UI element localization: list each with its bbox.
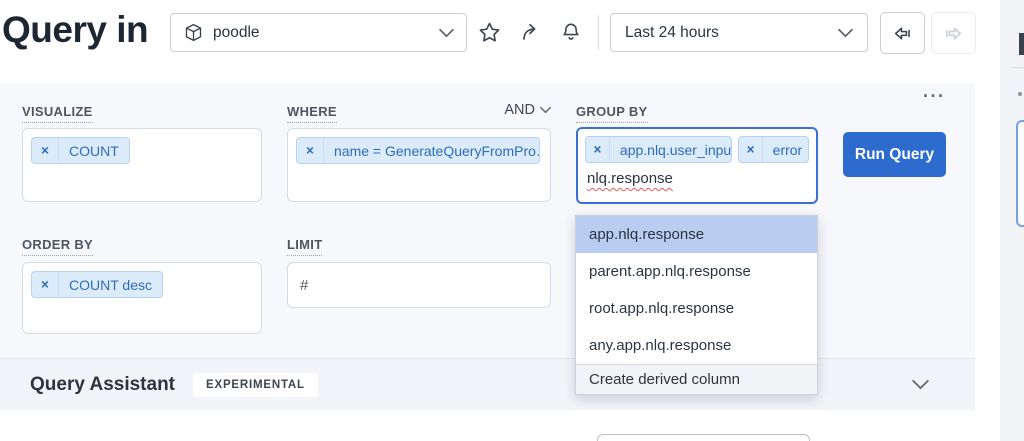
limit-input[interactable] <box>300 277 538 294</box>
bottom-partial-control[interactable] <box>597 434 810 441</box>
column-autocomplete-dropdown: app.nlq.response parent.app.nlq.response… <box>575 215 818 395</box>
limit-label: LIMIT <box>287 237 322 256</box>
group-by-label: GROUP BY <box>576 104 648 123</box>
bell-icon[interactable] <box>558 19 584 45</box>
create-derived-column-option[interactable]: Create derived column <box>576 364 817 394</box>
history-forward-button[interactable] <box>931 12 976 54</box>
chevron-down-icon <box>838 28 853 38</box>
chevron-down-icon <box>439 28 454 38</box>
where-pill[interactable]: × name = GenerateQueryFromPro… <box>296 137 540 164</box>
visualize-label: VISUALIZE <box>22 104 93 123</box>
dropdown-item[interactable]: app.nlq.response <box>576 216 817 253</box>
dataset-select-value: poodle <box>213 24 260 42</box>
query-assistant-title: Query Assistant <box>30 374 175 396</box>
remove-icon[interactable]: × <box>586 137 610 162</box>
where-label: WHERE <box>287 104 337 123</box>
where-box[interactable]: × name = GenerateQueryFromPro… <box>287 128 551 202</box>
collapse-chevron-icon[interactable] <box>912 379 929 390</box>
group-by-box[interactable]: × app.nlq.user_input × error nlq.respons… <box>576 127 818 204</box>
right-panel-dot <box>1018 92 1022 96</box>
time-range-select[interactable]: Last 24 hours <box>610 13 868 52</box>
remove-icon[interactable]: × <box>739 137 762 162</box>
remove-icon[interactable]: × <box>32 272 59 297</box>
order-by-box[interactable]: × COUNT desc <box>22 262 262 334</box>
visualize-pill[interactable]: × COUNT <box>31 137 130 164</box>
query-assistant-bar[interactable]: Query Assistant EXPERIMENTAL <box>0 358 975 410</box>
experimental-badge: EXPERIMENTAL <box>193 373 318 397</box>
dropdown-item[interactable]: root.app.nlq.response <box>576 290 817 327</box>
page-title: Query in <box>2 8 148 52</box>
query-builder-page: Query in poodle Last 24 hours <box>0 0 1024 441</box>
group-by-pill[interactable]: × app.nlq.user_input <box>585 136 732 163</box>
time-range-value: Last 24 hours <box>625 24 719 42</box>
right-panel-text-fragment <box>1019 33 1024 55</box>
dropdown-item[interactable]: parent.app.nlq.response <box>576 253 817 290</box>
group-by-input[interactable]: nlq.response <box>587 170 673 187</box>
dropdown-item[interactable]: any.app.nlq.response <box>576 327 817 364</box>
right-panel-focused-box[interactable] <box>1016 120 1024 227</box>
right-panel-divider <box>1011 67 1024 68</box>
remove-icon[interactable]: × <box>32 138 59 163</box>
limit-box[interactable] <box>287 262 551 308</box>
run-query-button[interactable]: Run Query <box>843 132 946 177</box>
favorite-star-icon[interactable] <box>476 19 502 45</box>
dataset-select[interactable]: poodle <box>170 13 467 52</box>
group-by-pill[interactable]: × error <box>738 136 809 163</box>
order-by-pill[interactable]: × COUNT desc <box>31 271 163 298</box>
where-combinator-select[interactable]: AND <box>504 102 551 118</box>
more-menu-icon[interactable]: ··· <box>923 86 945 107</box>
where-header: WHERE AND <box>287 104 551 123</box>
history-back-button[interactable] <box>880 12 925 54</box>
visualize-box[interactable]: × COUNT <box>22 128 262 202</box>
header-divider <box>598 15 599 50</box>
remove-icon[interactable]: × <box>297 138 324 163</box>
dataset-icon <box>183 22 204 43</box>
share-icon[interactable] <box>518 19 544 45</box>
order-by-label: ORDER BY <box>22 237 93 256</box>
